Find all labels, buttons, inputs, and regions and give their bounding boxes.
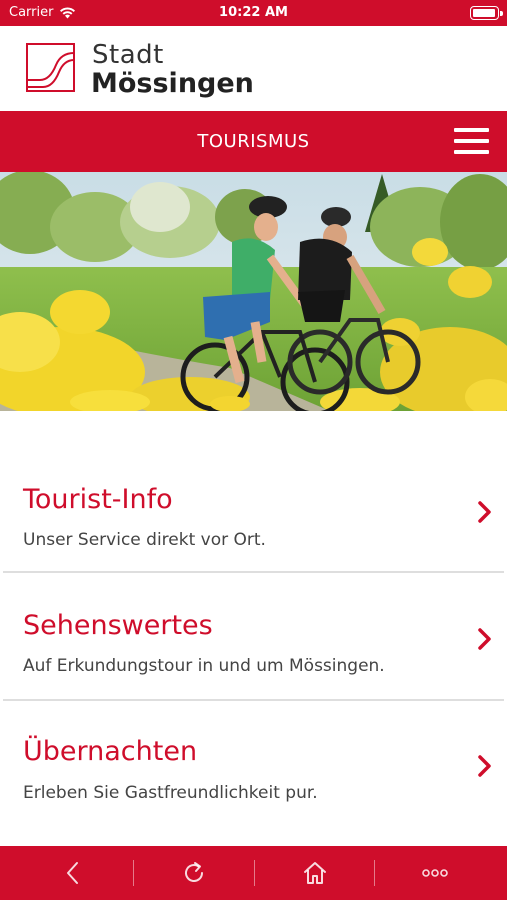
divider xyxy=(3,571,504,573)
divider xyxy=(3,699,504,701)
more-icon xyxy=(422,869,448,877)
home-icon xyxy=(304,862,326,884)
city-logo-icon xyxy=(26,43,75,92)
status-bar: Carrier 10:22 AM xyxy=(0,0,507,26)
logo-header: Stadt Mössingen xyxy=(0,26,507,111)
list-item-title: Übernachten xyxy=(23,736,198,767)
home-button[interactable] xyxy=(255,846,375,900)
list-item-subtitle: Auf Erkundungstour in und um Mössingen. xyxy=(23,656,385,676)
hero-image xyxy=(0,172,507,411)
list-item-title: Tourist-Info xyxy=(23,484,173,515)
chevron-right-icon xyxy=(478,628,491,650)
list-item-subtitle: Unser Service direkt vor Ort. xyxy=(23,530,266,550)
back-button[interactable] xyxy=(13,846,133,900)
page-title: TOURISMUS xyxy=(197,131,310,152)
bottom-toolbar xyxy=(0,846,507,900)
battery-tip xyxy=(500,11,503,16)
chevron-right-icon xyxy=(478,501,491,523)
list-item-title: Sehenswertes xyxy=(23,610,213,641)
menu-button[interactable] xyxy=(454,128,490,154)
logo-text-stadt: Stadt xyxy=(92,40,164,70)
reload-button[interactable] xyxy=(134,846,254,900)
status-time: 10:22 AM xyxy=(219,5,288,20)
logo-text-city: Mössingen xyxy=(91,68,254,99)
chevron-right-icon xyxy=(478,755,491,777)
battery-icon xyxy=(470,6,503,20)
list-item-sehenswertes[interactable]: Sehenswertes Auf Erkundungstour in und u… xyxy=(0,574,507,701)
list-item-tourist-info[interactable]: Tourist-Info Unser Service direkt vor Or… xyxy=(0,446,507,573)
hamburger-icon-bar xyxy=(454,128,489,132)
battery-level xyxy=(473,9,495,17)
more-button[interactable] xyxy=(375,846,495,900)
back-icon xyxy=(67,862,78,884)
nav-bar: TOURISMUS xyxy=(0,111,507,172)
list-item-subtitle: Erleben Sie Gastfreundlichkeit pur. xyxy=(23,783,318,803)
cyclists-photo xyxy=(0,172,507,411)
list-item-uebernachten[interactable]: Übernachten Erleben Sie Gastfreundlichke… xyxy=(0,702,507,829)
hamburger-icon-bar xyxy=(454,139,489,143)
reload-icon xyxy=(185,862,203,882)
hamburger-icon-bar xyxy=(454,150,489,154)
